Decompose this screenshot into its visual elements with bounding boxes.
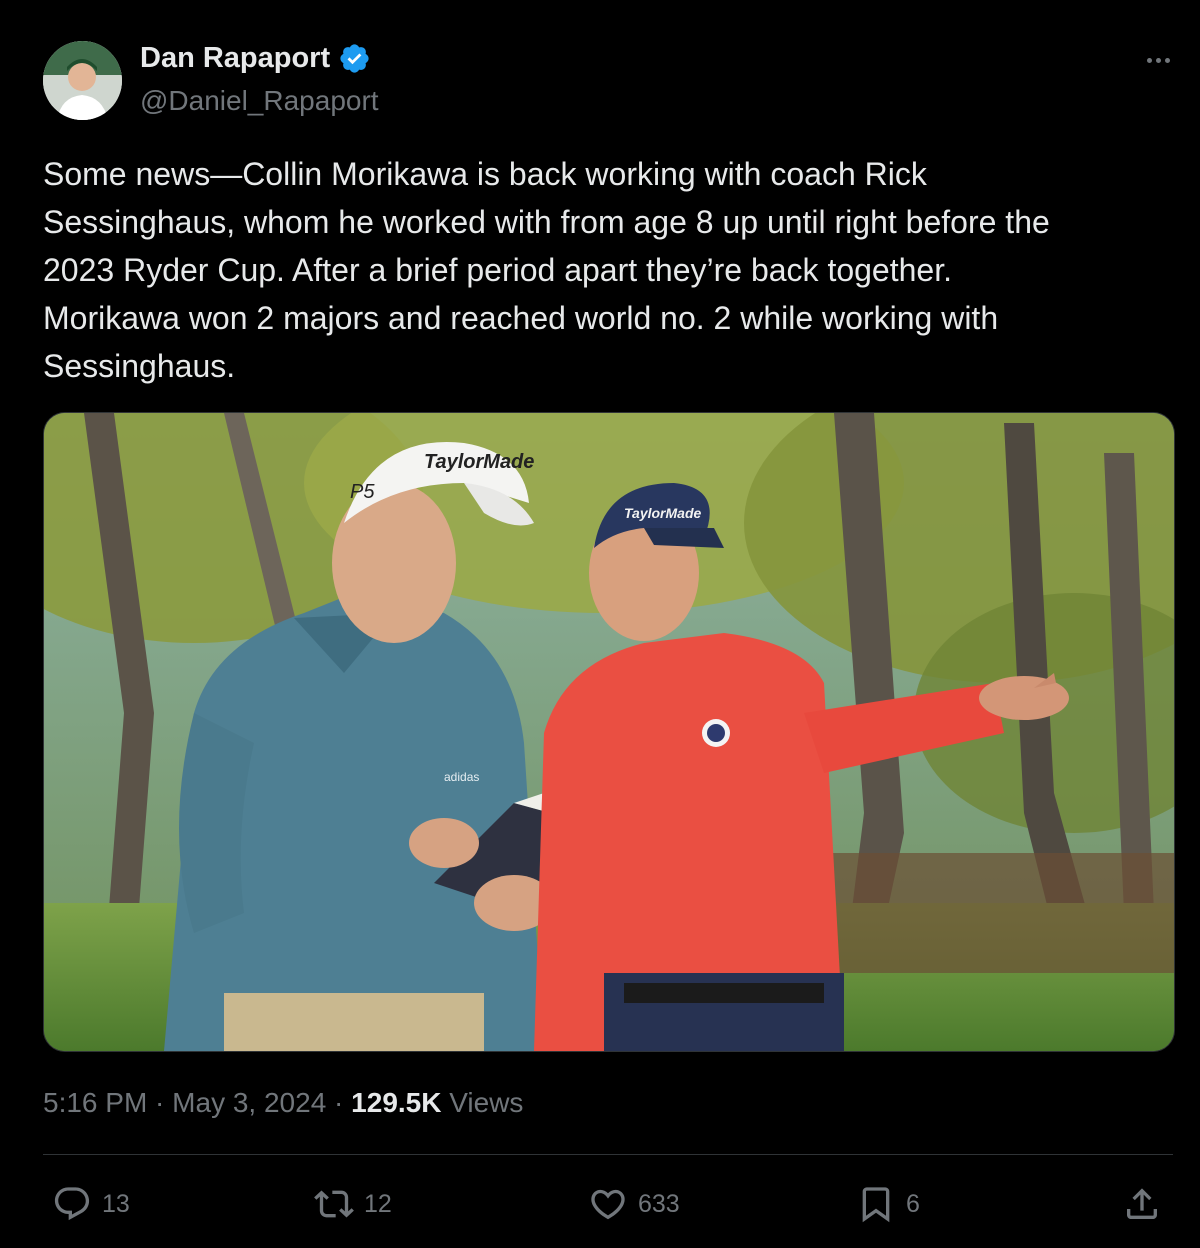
reply-count: 13 xyxy=(102,1189,130,1218)
tweet-time[interactable]: 5:16 PM xyxy=(43,1087,147,1118)
left-cap-side: P5 xyxy=(350,481,375,503)
bookmark-icon xyxy=(862,1187,890,1223)
retweet-icon xyxy=(314,1190,354,1218)
more-icon-dot xyxy=(1146,57,1152,63)
like-icon xyxy=(591,1189,625,1220)
tweet-text: Some news—Collin Morikawa is back workin… xyxy=(43,150,1173,390)
avatar[interactable] xyxy=(43,41,122,120)
tweet-text-line: 2023 Ryder Cup. After a brief period apa… xyxy=(43,252,952,288)
avatar-image xyxy=(43,41,122,120)
tweet-text-line: Some news—Collin Morikawa is back workin… xyxy=(43,156,927,192)
like-button[interactable]: 633 xyxy=(588,1182,680,1226)
author-name[interactable]: Dan Rapaport xyxy=(140,42,371,75)
more-icon-dot xyxy=(1164,57,1170,63)
meta-separator: · xyxy=(147,1087,173,1118)
reply-button[interactable]: 13 xyxy=(52,1182,130,1226)
photo-illustration: TaylorMade P5 adidas TaylorMade xyxy=(44,413,1174,1051)
views-count: 129.5K xyxy=(351,1087,442,1118)
bookmark-count: 6 xyxy=(906,1189,920,1218)
more-button[interactable] xyxy=(1136,44,1180,76)
tweet-photo[interactable]: TaylorMade P5 adidas TaylorMade xyxy=(43,412,1175,1052)
reply-icon xyxy=(54,1187,90,1221)
more-icon-dot xyxy=(1155,57,1161,63)
left-cap-logo: TaylorMade xyxy=(424,451,534,473)
author-name-text: Dan Rapaport xyxy=(140,42,331,74)
meta-separator: · xyxy=(326,1087,352,1118)
views-label: Views xyxy=(449,1087,524,1118)
tweet-text-line: Morikawa won 2 majors and reached world … xyxy=(43,300,999,336)
shirt-brand: adidas xyxy=(444,770,479,784)
author-handle[interactable]: @Daniel_Rapaport xyxy=(140,85,379,117)
bookmark-button[interactable]: 6 xyxy=(856,1182,920,1226)
retweet-button[interactable]: 12 xyxy=(314,1182,392,1226)
tweet-meta: 5:16 PM · May 3, 2024 · 129.5K Views xyxy=(43,1087,523,1119)
retweet-count: 12 xyxy=(364,1189,392,1218)
tweet-date[interactable]: May 3, 2024 xyxy=(172,1087,326,1118)
tweet: Dan Rapaport @Daniel_Rapaport Some news—… xyxy=(0,0,1200,1248)
like-count: 633 xyxy=(638,1189,680,1218)
tweet-text-line: Sessinghaus. xyxy=(43,348,236,384)
divider xyxy=(43,1154,1173,1155)
share-button[interactable] xyxy=(1122,1182,1162,1226)
share-icon xyxy=(1127,1188,1157,1219)
tweet-text-line: Sessinghaus, whom he worked with from ag… xyxy=(43,204,1050,240)
right-cap-logo: TaylorMade xyxy=(624,505,701,521)
verified-icon xyxy=(340,44,369,73)
